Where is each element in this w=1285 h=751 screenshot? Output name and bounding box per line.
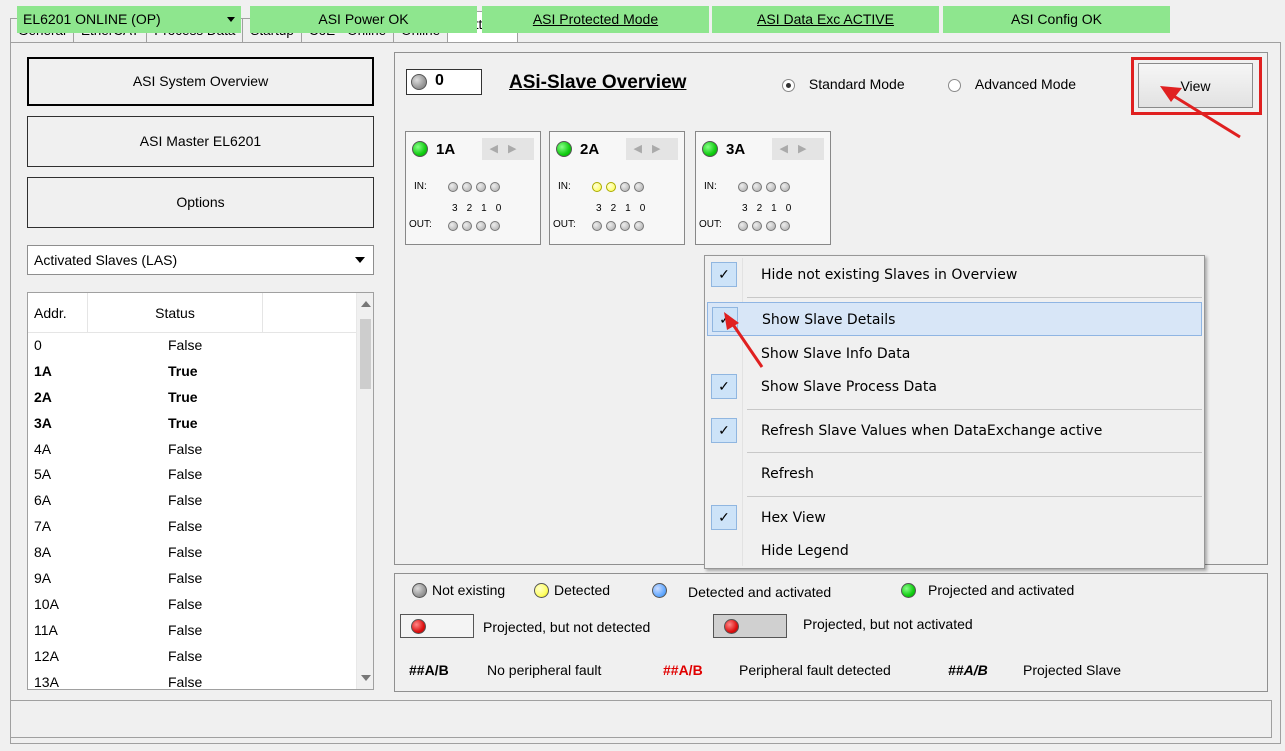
arrowhead-details-icon: [724, 312, 739, 330]
state-label: EL6201 ONLINE (OP): [23, 11, 161, 27]
status-data-exchange[interactable]: ASI Data Exc ACTIVE: [712, 6, 939, 33]
status-protected-mode[interactable]: ASI Protected Mode: [482, 6, 709, 33]
status-config: ASI Config OK: [943, 6, 1170, 33]
status-bar: [10, 700, 1272, 738]
annotation-arrows: [724, 86, 1241, 368]
chevron-down-icon: [227, 17, 235, 22]
state-select[interactable]: EL6201 ONLINE (OP): [17, 6, 241, 33]
arrow-to-details-icon: [730, 322, 764, 368]
status-power: ASI Power OK: [250, 6, 477, 33]
arrow-to-view-icon: [1171, 93, 1241, 139]
